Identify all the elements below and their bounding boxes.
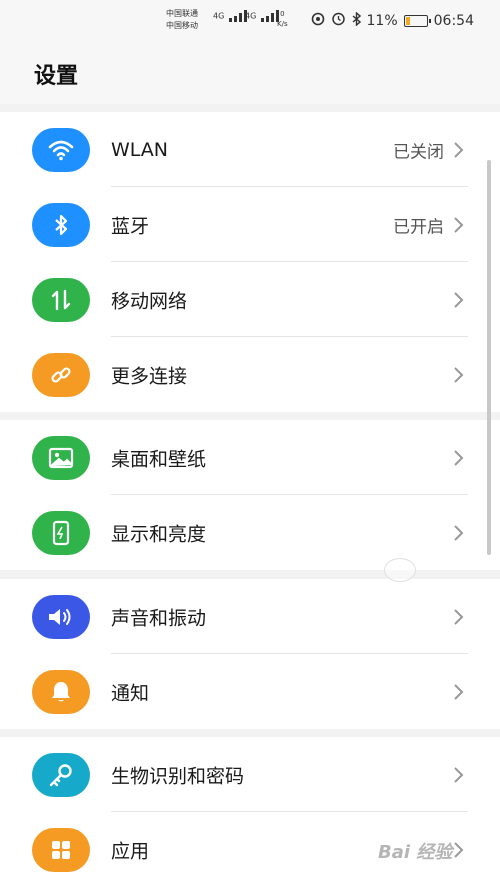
settings-item-label: 声音和振动 — [111, 607, 207, 629]
settings-item-label: 通知 — [111, 682, 150, 704]
page-title: 设置 — [34, 64, 79, 89]
signal-2-icon: 4G — [245, 10, 281, 22]
settings-item-bluetooth[interactable]: 蓝牙 已开启 — [0, 187, 500, 262]
mobile-data-icon — [32, 277, 90, 322]
signal-1-icon: 4G — [213, 10, 249, 22]
scrollbar[interactable] — [487, 160, 491, 555]
bluetooth-icon — [32, 202, 90, 247]
settings-item-biometrics-password[interactable]: 生物识别和密码 — [0, 737, 500, 812]
settings-group-security: 生物识别和密码 应用 — [0, 737, 500, 889]
carrier-2: 中国移动 — [166, 21, 198, 30]
settings-item-label: 生物识别和密码 — [111, 765, 245, 787]
alarm-icon — [331, 11, 346, 30]
settings-item-wlan[interactable]: WLAN 已关闭 — [0, 112, 500, 187]
apps-icon — [32, 827, 90, 872]
chevron-right-icon — [454, 449, 464, 466]
settings-item-mobile-network[interactable]: 移动网络 — [0, 262, 500, 337]
chevron-right-icon — [454, 141, 464, 158]
speed-unit: K/s — [277, 20, 288, 28]
chevron-right-icon — [454, 683, 464, 700]
signal-2-type: 4G — [245, 11, 257, 21]
watermark-logo: Bai 经验 — [378, 842, 453, 863]
link-icon — [32, 352, 90, 397]
battery-icon — [403, 14, 431, 27]
settings-item-label: 更多连接 — [111, 365, 188, 387]
key-icon — [32, 752, 90, 797]
settings-item-label: 应用 — [111, 840, 150, 862]
chevron-right-icon — [454, 524, 464, 541]
settings-item-label: 桌面和壁纸 — [111, 448, 207, 470]
settings-item-notifications[interactable]: 通知 — [0, 654, 500, 729]
settings-group-connectivity: WLAN 已关闭 蓝牙 已开启 移动网络 更多连接 — [0, 112, 500, 412]
settings-item-label: 移动网络 — [111, 290, 188, 312]
settings-item-sound-vibration[interactable]: 声音和振动 — [0, 579, 500, 654]
display-icon — [32, 510, 90, 555]
nfc-icon — [311, 12, 325, 30]
chevron-right-icon — [454, 291, 464, 308]
sound-icon — [32, 594, 90, 639]
settings-item-display-brightness[interactable]: 显示和亮度 — [0, 495, 500, 570]
settings-item-more-connections[interactable]: 更多连接 — [0, 337, 500, 412]
status-right: 11% 06:54 — [311, 10, 474, 30]
settings-item-value: 已开启 — [393, 217, 444, 237]
carrier-labels: 中国联通 中国移动 — [166, 8, 198, 32]
carrier-1: 中国联通 — [166, 9, 198, 18]
settings-group-display: 桌面和壁纸 显示和亮度 — [0, 420, 500, 570]
settings-group-sound: 声音和振动 通知 — [0, 579, 500, 729]
touch-indicator — [384, 558, 416, 582]
chevron-right-icon — [454, 608, 464, 625]
battery-percent: 11% — [366, 12, 398, 29]
settings-item-value: 已关闭 — [393, 142, 444, 162]
settings-item-label: 蓝牙 — [111, 215, 150, 237]
wifi-icon — [32, 127, 90, 172]
status-bar: 中国联通 中国移动 4G 4G 0 K/s 11% 06:54 — [0, 0, 500, 40]
page-header: 设置 — [0, 40, 500, 104]
speed-value: 0 — [280, 10, 285, 18]
settings-item-label: WLAN — [111, 138, 169, 161]
chevron-right-icon — [454, 841, 464, 858]
clock: 06:54 — [433, 12, 474, 29]
settings-item-wallpaper[interactable]: 桌面和壁纸 — [0, 420, 500, 495]
chevron-right-icon — [454, 766, 464, 783]
network-speed: 0 K/s — [277, 9, 288, 29]
signal-1-type: 4G — [213, 11, 225, 21]
chevron-right-icon — [454, 216, 464, 233]
notification-icon — [32, 669, 90, 714]
settings-item-label: 显示和亮度 — [111, 523, 207, 545]
chevron-right-icon — [454, 366, 464, 383]
wallpaper-icon — [32, 435, 90, 480]
bluetooth-status-icon — [352, 10, 361, 30]
